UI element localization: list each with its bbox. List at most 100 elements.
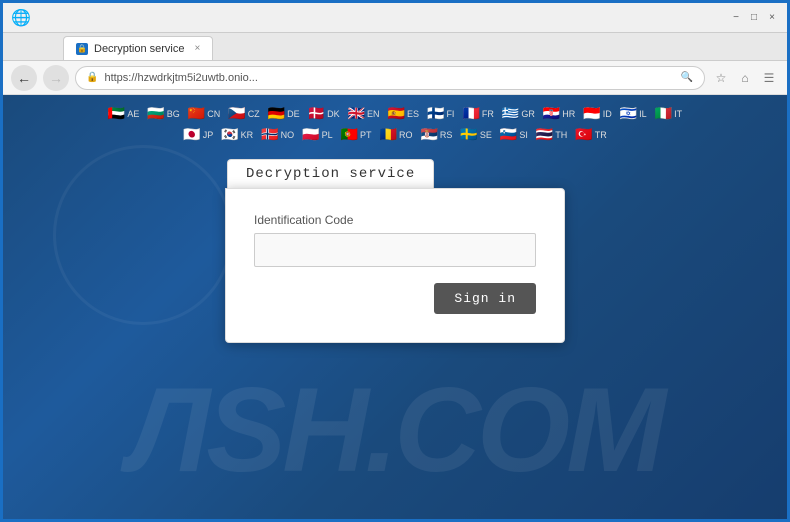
- home-icon[interactable]: ⌂: [735, 68, 755, 88]
- flag-emoji: 🇵🇹: [341, 126, 358, 143]
- flag-item-th[interactable]: 🇹🇭TH: [536, 126, 567, 143]
- menu-icon[interactable]: ☰: [759, 68, 779, 88]
- flag-emoji: 🇯🇵: [183, 126, 200, 143]
- flag-emoji: 🇮🇱: [620, 105, 637, 122]
- login-card: Identification Code Sign in: [225, 188, 565, 343]
- flag-code: IL: [639, 109, 647, 119]
- url-text: https://hzwdrkjtm5i2uwtb.onio...: [104, 72, 674, 84]
- page-content: ЛSH.COM 🇦🇪AE🇧🇬BG🇨🇳CN🇨🇿CZ🇩🇪DE🇩🇰DK🇬🇧EN🇪🇸ES…: [3, 95, 787, 519]
- flag-emoji: 🇩🇰: [308, 105, 325, 122]
- flag-emoji: 🇫🇷: [462, 105, 479, 122]
- flag-code: HR: [562, 109, 575, 119]
- flag-code: EN: [367, 109, 380, 119]
- active-tab[interactable]: 🔒 Decryption service ×: [63, 36, 213, 60]
- maximize-button[interactable]: □: [747, 11, 761, 25]
- flag-code: PL: [322, 130, 333, 140]
- flag-item-il[interactable]: 🇮🇱IL: [620, 105, 647, 122]
- nav-right-icons: ☆ ⌂ ☰: [711, 68, 779, 88]
- flag-item-ro[interactable]: 🇷🇴RO: [380, 126, 413, 143]
- flags-container: 🇦🇪AE 🇧🇬BG 🇨🇳CN 🇨🇿CZ 🇩🇪DE 🇩🇰DK 🇬🇧EN 🇪🇸ES 🇫🇮FI 🇫🇷FR…: [3, 95, 787, 143]
- flag-item-pl[interactable]: 🇵🇱PL: [302, 126, 332, 143]
- title-bar: 🌐 − □ ×: [3, 3, 787, 33]
- flag-item-ae[interactable]: 🇦🇪AE: [108, 105, 139, 122]
- flag-emoji: 🇮🇩: [583, 105, 600, 122]
- flag-code: GR: [521, 109, 535, 119]
- flag-item-bg[interactable]: 🇧🇬BG: [147, 105, 179, 122]
- tab-close-button[interactable]: ×: [194, 43, 200, 54]
- flag-code: NO: [281, 130, 295, 140]
- flag-item-kr[interactable]: 🇰🇷KR: [221, 126, 253, 143]
- flag-item-fr[interactable]: 🇫🇷FR: [462, 105, 493, 122]
- flag-item-jp[interactable]: 🇯🇵JP: [183, 126, 213, 143]
- flag-item-hr[interactable]: 🇭🇷HR: [543, 105, 575, 122]
- address-bar[interactable]: 🔒 https://hzwdrkjtm5i2uwtb.onio... 🔍: [75, 66, 705, 90]
- flag-item-si[interactable]: 🇸🇮SI: [500, 126, 528, 143]
- flag-code: CN: [207, 109, 220, 119]
- flag-code: JP: [203, 130, 214, 140]
- flag-emoji: 🇸🇮: [500, 126, 517, 143]
- flag-emoji: 🇩🇪: [268, 105, 285, 122]
- star-icon[interactable]: ☆: [711, 68, 731, 88]
- flag-item-id[interactable]: 🇮🇩ID: [583, 105, 611, 122]
- signin-button[interactable]: Sign in: [434, 283, 536, 314]
- close-button[interactable]: ×: [765, 11, 779, 25]
- flag-emoji: 🇦🇪: [108, 105, 125, 122]
- flag-emoji: 🇷🇴: [380, 126, 397, 143]
- back-button[interactable]: ←: [11, 65, 37, 91]
- flag-code: SI: [519, 130, 528, 140]
- flag-emoji: 🇪🇸: [388, 105, 405, 122]
- flag-item-de[interactable]: 🇩🇪DE: [268, 105, 300, 122]
- flag-code: CZ: [248, 109, 260, 119]
- flag-code: TR: [595, 130, 607, 140]
- flag-item-pt[interactable]: 🇵🇹PT: [341, 126, 372, 143]
- identification-code-input[interactable]: [254, 233, 536, 267]
- flag-code: SE: [480, 130, 492, 140]
- flag-code: FR: [482, 109, 494, 119]
- flag-code: KR: [241, 130, 254, 140]
- flag-emoji: 🇬🇧: [348, 105, 365, 122]
- flag-emoji: 🇹🇭: [536, 126, 553, 143]
- flag-emoji: 🇰🇷: [221, 126, 238, 143]
- flag-emoji: 🇳🇴: [261, 126, 278, 143]
- flag-item-no[interactable]: 🇳🇴NO: [261, 126, 294, 143]
- nav-bar: ← → 🔒 https://hzwdrkjtm5i2uwtb.onio... 🔍…: [3, 61, 787, 95]
- flag-emoji: 🇸🇪: [460, 126, 477, 143]
- flag-code: PT: [360, 130, 372, 140]
- tab-label: Decryption service: [94, 43, 184, 55]
- flag-code: FI: [446, 109, 454, 119]
- browser-window: 🌐 − □ × 🔒 Decryption service × ← → 🔒 htt…: [0, 0, 790, 522]
- flag-item-dk[interactable]: 🇩🇰DK: [308, 105, 340, 122]
- flag-item-rs[interactable]: 🇷🇸RS: [420, 126, 452, 143]
- flag-code: DE: [287, 109, 300, 119]
- flag-code: RO: [399, 130, 413, 140]
- flag-emoji: 🇹🇷: [575, 126, 592, 143]
- circle-watermark: [53, 145, 233, 325]
- flag-emoji: 🇭🇷: [543, 105, 560, 122]
- flag-code: TH: [555, 130, 567, 140]
- flag-code: BG: [167, 109, 180, 119]
- search-icon[interactable]: 🔍: [680, 71, 694, 85]
- flag-code: AE: [127, 109, 139, 119]
- flag-emoji: 🇮🇹: [655, 105, 672, 122]
- flag-item-gr[interactable]: 🇬🇷GR: [502, 105, 535, 122]
- flag-emoji: 🇵🇱: [302, 126, 319, 143]
- flag-code: ES: [407, 109, 419, 119]
- field-label: Identification Code: [254, 213, 536, 227]
- flag-item-es[interactable]: 🇪🇸ES: [388, 105, 419, 122]
- signin-row: Sign in: [254, 283, 536, 314]
- forward-button[interactable]: →: [43, 65, 69, 91]
- flag-code: RS: [440, 130, 453, 140]
- flag-item-en[interactable]: 🇬🇧EN: [348, 105, 380, 122]
- flag-item-cz[interactable]: 🇨🇿CZ: [228, 105, 259, 122]
- minimize-button[interactable]: −: [729, 11, 743, 25]
- flag-item-it[interactable]: 🇮🇹IT: [655, 105, 682, 122]
- flag-item-cn[interactable]: 🇨🇳CN: [188, 105, 220, 122]
- tab-favicon: 🔒: [76, 43, 88, 55]
- flag-emoji: 🇬🇷: [502, 105, 519, 122]
- flag-item-tr[interactable]: 🇹🇷TR: [575, 126, 606, 143]
- flag-item-se[interactable]: 🇸🇪SE: [460, 126, 491, 143]
- flag-item-fi[interactable]: 🇫🇮FI: [427, 105, 454, 122]
- window-controls: − □ ×: [729, 11, 779, 25]
- tab-bar: 🔒 Decryption service ×: [3, 33, 787, 61]
- flag-emoji: 🇨🇿: [228, 105, 245, 122]
